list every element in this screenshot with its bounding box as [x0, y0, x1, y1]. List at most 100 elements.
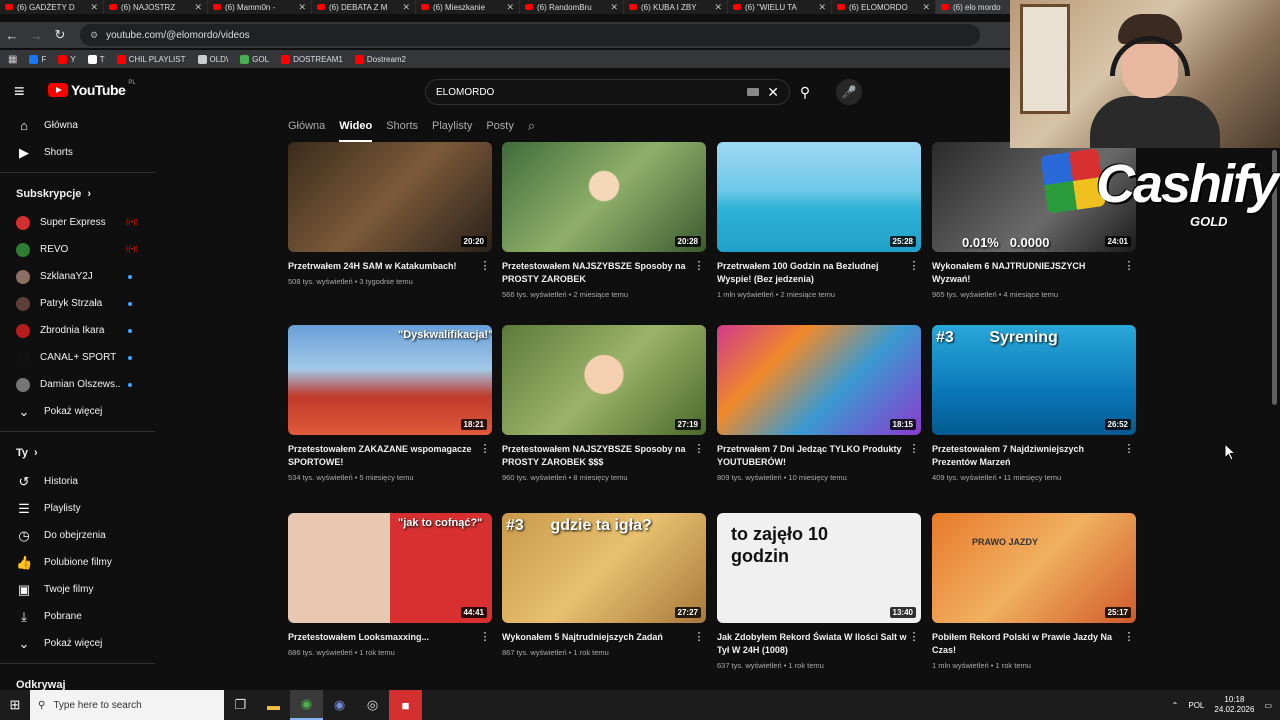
more-actions-icon[interactable]: ⋮ — [907, 631, 921, 670]
video-card[interactable]: 20:28 Przetestowałem NAJSZYBSZE Sposoby n… — [502, 142, 706, 299]
subscription-item[interactable]: Patryk Strzała — [0, 290, 155, 317]
taskbar-search-input[interactable]: ⚲ Type here to search — [30, 690, 224, 720]
bookmark-item[interactable]: Dostream2 — [354, 54, 406, 64]
more-actions-icon[interactable]: ⋮ — [478, 260, 492, 286]
url-field[interactable]: ⚙ youtube.com/@elomordo/videos — [80, 24, 980, 46]
sidebar-item-you[interactable]: 👍 Polubione filmy — [0, 549, 155, 576]
show-more-button[interactable]: ⌄ Pokaż więcej — [0, 398, 155, 425]
video-title[interactable]: Wykonałem 5 Najtrudniejszych Zadań — [502, 631, 692, 644]
sidebar-item-you[interactable]: ⤓ Pobrane — [0, 603, 155, 630]
more-actions-icon[interactable]: ⋮ — [478, 631, 492, 657]
tray-chevron-icon[interactable]: ⌃ — [1172, 701, 1179, 710]
video-card[interactable]: 27:19 Przetestowałem NAJSZYBSZE Sposoby n… — [502, 325, 706, 482]
video-thumbnail[interactable]: to zajęło 10 godzin 13:40 — [717, 513, 921, 623]
browser-tab[interactable]: (6) "WIELU TA ✕ — [728, 0, 832, 14]
video-title[interactable]: Przetestowałem NAJSZYBSZE Sposoby na PRO… — [502, 260, 692, 286]
tab-2[interactable]: Shorts — [386, 114, 418, 142]
subscription-item[interactable]: CANAL+ SPORT — [0, 344, 155, 371]
video-title[interactable]: Przetestowałem 7 Najdziwniejszych Prezen… — [932, 443, 1122, 469]
more-actions-icon[interactable]: ⋮ — [1122, 260, 1136, 299]
subscriptions-heading[interactable]: Subskrypcje › — [0, 179, 155, 209]
sidebar-item-you[interactable]: ☰ Playlisty — [0, 495, 155, 522]
bookmark-item[interactable]: T — [87, 54, 105, 64]
sidebar-item-you[interactable]: ↺ Historia — [0, 468, 155, 495]
browser-tab[interactable]: (6) DEBATA Z M ✕ — [312, 0, 416, 14]
chrome-icon[interactable]: ◉ — [290, 690, 323, 720]
sidebar-item-you[interactable]: ◷ Do obejrzenia — [0, 522, 155, 549]
close-tab-icon[interactable]: ✕ — [610, 2, 618, 13]
keyboard-icon[interactable] — [747, 88, 759, 96]
video-title[interactable]: Przetrwałem 24H SAM w Katakumbach! — [288, 260, 478, 273]
close-tab-icon[interactable]: ✕ — [402, 2, 410, 13]
reload-icon[interactable]: ↻ — [48, 27, 72, 43]
video-card[interactable]: 20:20 Przetrwałem 24H SAM w Katakumbach! 5… — [288, 142, 492, 286]
video-title[interactable]: Wykonałem 6 NAJTRUDNIEJSZYCH Wyzwań! — [932, 260, 1122, 286]
windows-start-icon[interactable]: ⊞ — [0, 697, 30, 713]
more-actions-icon[interactable]: ⋮ — [692, 631, 706, 657]
bookmark-item[interactable]: F — [29, 54, 46, 64]
bookmark-item[interactable]: DOSTREAM1 — [281, 54, 343, 64]
file-explorer-icon[interactable]: ▬ — [257, 690, 290, 720]
subscription-item[interactable]: Super Express ((•)) — [0, 209, 155, 236]
video-thumbnail[interactable]: 20:28 — [502, 142, 706, 252]
close-tab-icon[interactable]: ✕ — [818, 2, 826, 13]
browser-tab[interactable]: (6) RandomBru ✕ — [520, 0, 624, 14]
video-title[interactable]: Jak Zdobyłem Rekord Świata W Ilości Salt… — [717, 631, 907, 657]
video-card[interactable]: 18:15 Przetrwałem 7 Dni Jedząc TYLKO Prod… — [717, 325, 921, 482]
video-thumbnail[interactable]: 18:15 — [717, 325, 921, 435]
tab-0[interactable]: Główna — [288, 114, 325, 142]
video-title[interactable]: Przetrwałem 100 Godzin na Bezludnej Wysp… — [717, 260, 907, 286]
search-icon[interactable]: ⚲ — [792, 79, 818, 105]
video-thumbnail[interactable]: 20:20 — [288, 142, 492, 252]
you-heading[interactable]: Ty › — [0, 438, 155, 468]
video-thumbnail[interactable]: "Dyskwalifikacja!" 18:21 — [288, 325, 492, 435]
clock[interactable]: 10:18 24.02.2026 — [1214, 695, 1254, 715]
video-card[interactable]: #3 Syrening 26:52 Przetestowałem 7 Najdziw… — [932, 325, 1136, 482]
bookmark-item[interactable]: OLD\ — [197, 54, 228, 64]
video-title[interactable]: Przetestowałem NAJSZYBSZE Sposoby na PRO… — [502, 443, 692, 469]
browser-tab[interactable]: (6) Mieszkanie ✕ — [416, 0, 520, 14]
video-thumbnail[interactable]: PRAWO JAZDY 25:17 — [932, 513, 1136, 623]
video-card[interactable]: #3 gdzie ta igła? 27:27 Wykonałem 5 Najtru… — [502, 513, 706, 657]
youtube-logo[interactable]: YouTube PL — [48, 80, 136, 98]
sidebar-item-główna[interactable]: ⌂ Główna — [0, 112, 155, 139]
bookmark-item[interactable]: CHIL PLAYLIST — [116, 54, 186, 64]
video-title[interactable]: Pobiłem Rekord Polski w Prawie Jazdy Na … — [932, 631, 1122, 657]
subscription-item[interactable]: Zbrodnia Ikara — [0, 317, 155, 344]
back-icon[interactable]: ← — [0, 28, 24, 43]
subscription-item[interactable]: REVO ((•)) — [0, 236, 155, 263]
video-card[interactable]: "jak to cofnąć?" 44:41 Przetestowałem Look… — [288, 513, 492, 657]
video-title[interactable]: Przetestowałem ZAKAZANE wspomagacze SPOR… — [288, 443, 478, 469]
browser-tab[interactable]: (6) Mamm0n - ✕ — [208, 0, 312, 14]
more-actions-icon[interactable]: ⋮ — [692, 260, 706, 299]
subscription-item[interactable]: Damian Olszews... — [0, 371, 155, 398]
more-actions-icon[interactable]: ⋮ — [1122, 631, 1136, 670]
subscription-item[interactable]: SzklanaY2J — [0, 263, 155, 290]
search-input[interactable]: ELOMORDO ✕ — [425, 79, 790, 105]
notifications-icon[interactable]: ▭ — [1264, 701, 1272, 710]
close-tab-icon[interactable]: ✕ — [922, 2, 930, 13]
browser-tab[interactable]: (6) ELOMORDO ✕ — [832, 0, 936, 14]
video-title[interactable]: Przetestowałem Looksmaxxing... — [288, 631, 478, 644]
apps-grid-icon[interactable]: ▦ — [8, 54, 17, 65]
menu-icon[interactable]: ≡ — [14, 82, 32, 100]
video-card[interactable]: "Dyskwalifikacja!" 18:21 Przetestowałem ZA… — [288, 325, 492, 482]
video-card[interactable]: to zajęło 10 godzin 13:40 Jak Zdobyłem Rek… — [717, 513, 921, 670]
tab-3[interactable]: Playlisty — [432, 114, 472, 142]
bookmark-item[interactable]: Y — [58, 54, 76, 64]
video-card[interactable]: 25:28 Przetrwałem 100 Godzin na Bezludnej… — [717, 142, 921, 299]
task-view-icon[interactable]: ❐ — [224, 690, 257, 720]
browser-tab[interactable]: (6) GADŻETY D ✕ — [0, 0, 104, 14]
sidebar-item-shorts[interactable]: ▶ Shorts — [0, 139, 155, 166]
tab-4[interactable]: Posty — [486, 114, 514, 142]
clear-search-icon[interactable]: ✕ — [767, 84, 779, 101]
forward-icon[interactable]: → — [24, 28, 48, 43]
site-info-icon[interactable]: ⚙ — [90, 30, 98, 41]
video-thumbnail[interactable]: "jak to cofnąć?" 44:41 — [288, 513, 492, 623]
more-actions-icon[interactable]: ⋮ — [692, 443, 706, 482]
bookmark-item[interactable]: GOL — [240, 54, 269, 64]
video-thumbnail[interactable]: #3 Syrening 26:52 — [932, 325, 1136, 435]
video-thumbnail[interactable]: 25:28 — [717, 142, 921, 252]
close-tab-icon[interactable]: ✕ — [90, 2, 98, 13]
close-tab-icon[interactable]: ✕ — [194, 2, 202, 13]
